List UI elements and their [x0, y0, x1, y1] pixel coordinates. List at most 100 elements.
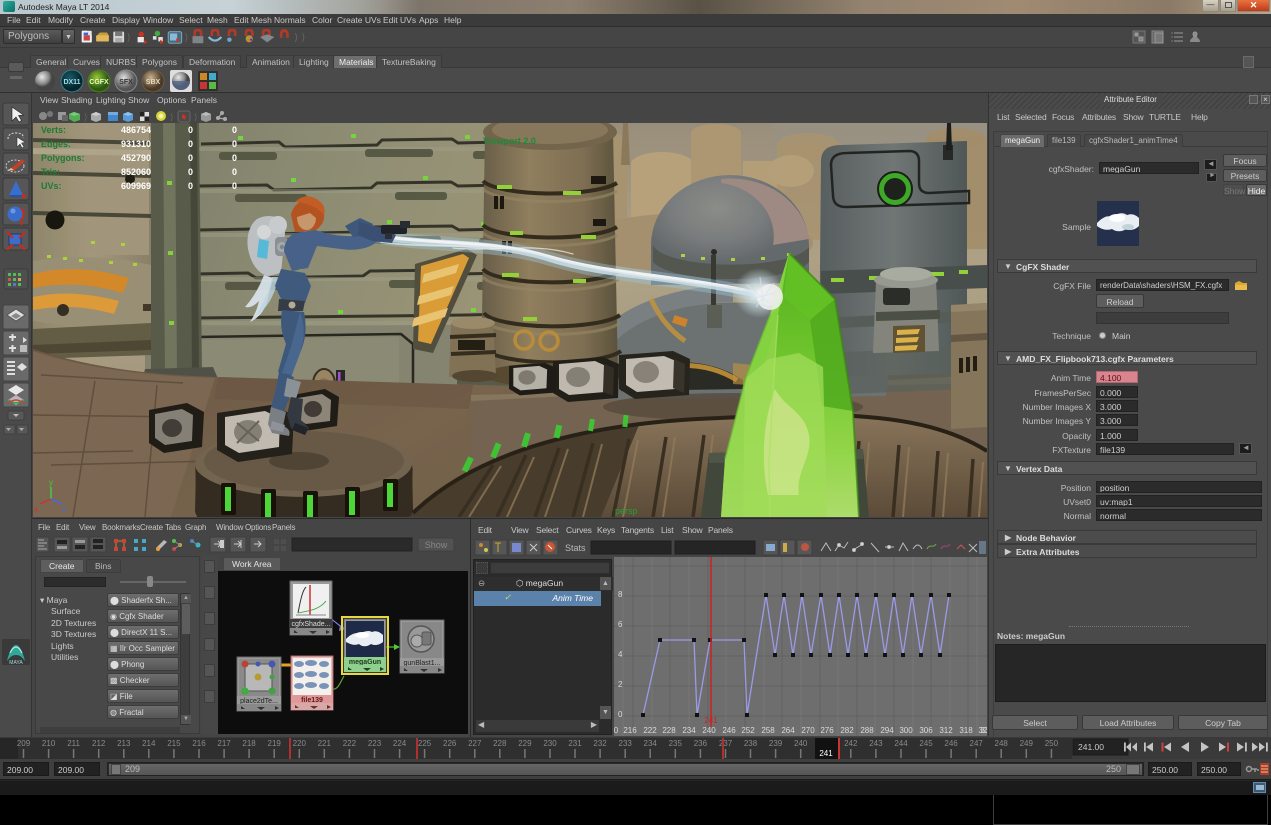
svg-text:282: 282	[840, 726, 854, 735]
svg-text:231: 231	[568, 739, 582, 748]
svg-text:2: 2	[618, 680, 623, 689]
svg-text:Polygons:: Polygons:	[41, 153, 85, 163]
svg-text:0: 0	[232, 153, 237, 163]
svg-text:0: 0	[188, 181, 193, 191]
svg-text:x: x	[34, 505, 38, 514]
svg-text:⟩: ⟩	[170, 112, 174, 122]
svg-text:0: 0	[232, 139, 237, 149]
svg-text:223: 223	[368, 739, 382, 748]
svg-text:237: 237	[719, 739, 733, 748]
svg-text:216: 216	[192, 739, 206, 748]
svg-text:240: 240	[794, 739, 808, 748]
svg-text:228: 228	[493, 739, 507, 748]
svg-text:⟩: ⟩	[184, 33, 188, 44]
svg-text:⟩: ⟩	[127, 33, 131, 44]
svg-text:209: 209	[17, 739, 31, 748]
svg-text:place2dTe...: place2dTe...	[240, 698, 278, 705]
svg-text:CGFX: CGFX	[89, 79, 109, 86]
svg-text:8: 8	[618, 590, 623, 599]
svg-text:232: 232	[593, 739, 607, 748]
svg-text:236: 236	[694, 739, 708, 748]
svg-text:234: 234	[644, 739, 658, 748]
svg-text:⟩: ⟩	[301, 33, 305, 44]
svg-text:Stats: Stats	[565, 543, 586, 553]
svg-text:persp: persp	[615, 506, 638, 516]
svg-text:300: 300	[899, 726, 913, 735]
svg-text:264: 264	[781, 726, 795, 735]
svg-text:0: 0	[188, 125, 193, 135]
svg-text:306: 306	[919, 726, 933, 735]
svg-text:221: 221	[318, 739, 332, 748]
svg-text:242: 242	[844, 739, 858, 748]
svg-text:270: 270	[801, 726, 815, 735]
svg-text:0: 0	[232, 167, 237, 177]
svg-text:0: 0	[188, 167, 193, 177]
svg-text:250: 250	[1045, 739, 1059, 748]
svg-text:Viewport 2.0: Viewport 2.0	[483, 136, 536, 146]
svg-text:SBX: SBX	[146, 79, 161, 86]
svg-text:258: 258	[761, 726, 775, 735]
svg-text:0: 0	[232, 181, 237, 191]
svg-text:246: 246	[944, 739, 958, 748]
svg-text:megaGun: megaGun	[349, 659, 381, 666]
svg-text:241: 241	[704, 716, 718, 725]
svg-text:0: 0	[188, 153, 193, 163]
svg-text:224: 224	[393, 739, 407, 748]
svg-text:Edges:: Edges:	[41, 139, 71, 149]
svg-text:222: 222	[343, 739, 357, 748]
svg-text:244: 244	[894, 739, 908, 748]
svg-text:Show: Show	[425, 540, 448, 550]
svg-text:UVs:: UVs:	[41, 181, 62, 191]
svg-text:230: 230	[543, 739, 557, 748]
svg-text:247: 247	[970, 739, 984, 748]
svg-text:0: 0	[618, 710, 623, 719]
svg-text:229: 229	[518, 739, 532, 748]
svg-text:318: 318	[959, 726, 973, 735]
svg-text:238: 238	[744, 739, 758, 748]
svg-text:0: 0	[232, 125, 237, 135]
svg-text:241.00: 241.00	[1078, 742, 1104, 752]
svg-text:⟩: ⟩	[294, 33, 298, 44]
svg-text:0: 0	[614, 726, 619, 735]
svg-text:210: 210	[42, 739, 56, 748]
svg-text:248: 248	[995, 739, 1009, 748]
svg-text:⟩: ⟩	[84, 112, 88, 122]
svg-text:Verts:: Verts:	[41, 125, 66, 135]
svg-text:294: 294	[880, 726, 894, 735]
svg-text:219: 219	[268, 739, 282, 748]
svg-text:217: 217	[217, 739, 231, 748]
svg-text:215: 215	[167, 739, 181, 748]
svg-text:214: 214	[142, 739, 156, 748]
svg-text:234: 234	[682, 726, 696, 735]
svg-text:z: z	[62, 505, 66, 514]
svg-text:4: 4	[618, 650, 623, 659]
svg-text:235: 235	[669, 739, 683, 748]
svg-text:MAYA: MAYA	[9, 660, 23, 666]
svg-text:DX11: DX11	[63, 79, 80, 86]
svg-text:33: 33	[981, 726, 987, 735]
svg-text:212: 212	[92, 739, 106, 748]
svg-text:227: 227	[468, 739, 482, 748]
svg-text:213: 213	[117, 739, 131, 748]
svg-text:243: 243	[869, 739, 883, 748]
svg-text:gunBlast1...: gunBlast1...	[404, 660, 441, 667]
svg-text:218: 218	[242, 739, 256, 748]
svg-text:245: 245	[919, 739, 933, 748]
svg-text:⟩: ⟩	[194, 112, 198, 122]
svg-text:249: 249	[1020, 739, 1034, 748]
svg-text:239: 239	[769, 739, 783, 748]
svg-text:file139: file139	[301, 697, 323, 704]
svg-text:216: 216	[623, 726, 637, 735]
svg-text:226: 226	[443, 739, 457, 748]
svg-text:228: 228	[662, 726, 676, 735]
svg-text:225: 225	[418, 739, 432, 748]
svg-text:cgfxShade...: cgfxShade...	[292, 621, 331, 628]
svg-text:852060: 852060	[121, 167, 151, 177]
svg-text:276: 276	[820, 726, 834, 735]
svg-text:252: 252	[741, 726, 755, 735]
svg-text:240: 240	[702, 726, 716, 735]
svg-text:Tris:: Tris:	[41, 167, 60, 177]
svg-text:0: 0	[188, 139, 193, 149]
svg-text:931310: 931310	[121, 139, 151, 149]
svg-text:222: 222	[643, 726, 657, 735]
